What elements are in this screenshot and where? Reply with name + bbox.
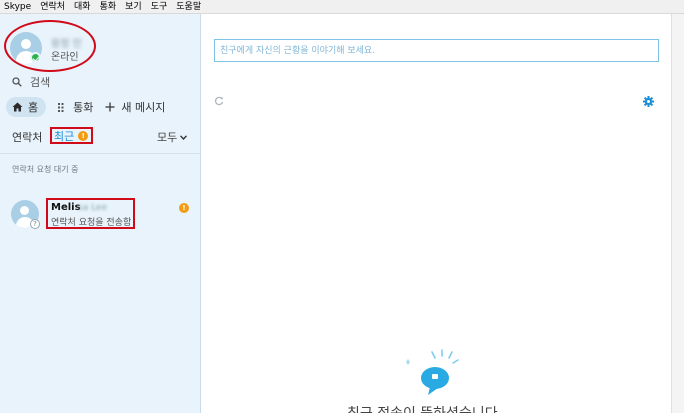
- dialpad-icon: [58, 102, 64, 112]
- new-message-label: 새 메시지: [121, 101, 166, 114]
- home-label: 홈: [28, 101, 39, 114]
- contact-tabs: 연락처 최근 ! 모두: [12, 127, 192, 145]
- contact-name-redacted: sa Lee: [78, 203, 107, 213]
- sidebar-divider: [0, 153, 200, 154]
- tab-recent-label: 최근: [54, 129, 75, 143]
- gear-icon[interactable]: [643, 96, 654, 107]
- menu-item-help[interactable]: 도움말: [176, 0, 201, 14]
- empty-state-message: 최근 접속이 뜸하셨습니다: [347, 403, 498, 413]
- menu-item-conversations[interactable]: 대화: [74, 0, 91, 14]
- menu-item-tools[interactable]: 도구: [151, 0, 168, 14]
- new-message-button[interactable]: 새 메시지: [105, 99, 165, 115]
- menu-item-skype[interactable]: Skype: [4, 0, 31, 14]
- contact-request-status: 연락처 요청을 전송함: [51, 218, 132, 228]
- filter-label: 모두: [157, 131, 178, 144]
- mood-message-input[interactable]: [214, 39, 659, 62]
- pending-requests-header: 연락처 요청 대기 중: [12, 165, 79, 174]
- contact-list-item[interactable]: Melis sa Lee 연락처 요청을 전송함: [46, 198, 135, 229]
- tab-recent[interactable]: 최근 !: [50, 127, 93, 144]
- calls-label: 통화: [73, 101, 94, 114]
- menu-bar: Skype 연락처 대화 통화 보기 도구 도움말: [0, 0, 684, 14]
- home-button[interactable]: 홈: [6, 97, 47, 117]
- menu-item-view[interactable]: 보기: [125, 0, 142, 14]
- pending-question-icon: ?: [30, 219, 40, 229]
- refresh-icon[interactable]: [214, 96, 224, 106]
- home-icon: [12, 102, 23, 112]
- chevron-down-icon: [180, 134, 188, 140]
- plus-icon: [105, 102, 115, 112]
- menu-item-contacts[interactable]: 연락처: [40, 0, 65, 14]
- contact-alert-badge: !: [179, 203, 189, 213]
- scrollbar[interactable]: [671, 14, 684, 413]
- filter-dropdown[interactable]: 모두: [157, 129, 188, 145]
- search-button[interactable]: 검색: [12, 74, 50, 90]
- menu-item-call[interactable]: 통화: [100, 0, 117, 14]
- search-label: 검색: [30, 76, 51, 89]
- sidebar: 황정 민 온라인 검색 홈 통화 새 메시지 연락처 최근 ! 모두 연락처 요…: [0, 14, 201, 413]
- nav-row: 홈 통화 새 메시지: [6, 97, 177, 117]
- recent-badge: !: [78, 130, 89, 141]
- chat-bubble-illustration-icon: [406, 349, 459, 395]
- contact-name: Melis: [51, 202, 81, 213]
- search-icon: [12, 77, 22, 87]
- main-panel: 최근 접속이 뜸하셨습니다: [201, 14, 671, 413]
- highlight-ellipse: [4, 20, 96, 72]
- tab-contacts[interactable]: 연락처: [12, 129, 42, 145]
- calls-button[interactable]: 통화: [58, 99, 93, 115]
